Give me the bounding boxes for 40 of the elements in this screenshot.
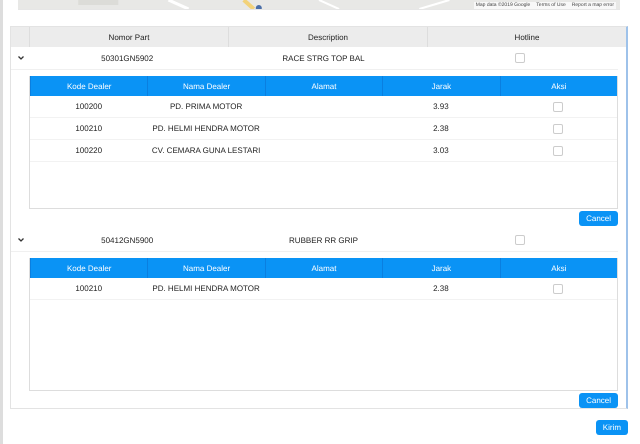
- table-cell-text: 2.38: [432, 284, 450, 293]
- column-header: Hotline: [427, 27, 626, 47]
- chevron-icon[interactable]: [17, 54, 25, 62]
- table-cell-text: 100210: [74, 284, 104, 293]
- column-header: Kode Dealer: [30, 76, 148, 96]
- table-cell-text: 100200: [74, 102, 104, 111]
- table-cell-text: 100220: [74, 146, 104, 155]
- column-header: Description: [228, 27, 427, 47]
- cancel-button[interactable]: Cancel: [579, 393, 618, 408]
- checkbox[interactable]: [553, 102, 564, 112]
- checkbox[interactable]: [553, 146, 564, 156]
- table-cell-text: PD. HELMI HENDRA MOTOR: [151, 284, 261, 293]
- table-cell-text: RACE STRG TOP BAL: [281, 54, 366, 62]
- chevron-icon[interactable]: [17, 236, 25, 244]
- table-cell-text: 50301GN5902: [100, 54, 154, 62]
- table-cell-text: RUBBER RR GRIP: [288, 236, 359, 244]
- column-header: Alamat: [264, 76, 382, 96]
- column-header: Jarak: [382, 76, 500, 96]
- column-header: Nama Dealer: [147, 258, 265, 278]
- checkbox[interactable]: [553, 124, 564, 134]
- checkbox[interactable]: [514, 235, 525, 245]
- column-header: Aksi: [500, 76, 617, 96]
- table-cell-text: 3.93: [432, 102, 450, 111]
- column-header: Alamat: [264, 258, 382, 278]
- column-header: Kode Dealer: [30, 258, 148, 278]
- column-header: Jarak: [382, 258, 500, 278]
- checkbox[interactable]: [514, 53, 525, 63]
- submit-button[interactable]: Kirim: [596, 420, 628, 435]
- table-cell-text: CV. CEMARA GUNA LESTARI: [150, 146, 262, 155]
- table-cell-text: PD. HELMI HENDRA MOTOR: [151, 124, 261, 133]
- table-cell-text: PD. PRIMA MOTOR: [168, 102, 244, 111]
- table-cell-text: 2.38: [432, 124, 450, 133]
- table-cell-text: 100210: [74, 124, 104, 133]
- column-header: Nama Dealer: [147, 76, 265, 96]
- table-cell-text: 3.03: [432, 146, 450, 155]
- table-cell-text: 50412GN5900: [100, 236, 154, 244]
- column-header: Aksi: [500, 258, 617, 278]
- column-header: Nomor Part: [29, 27, 228, 47]
- checkbox[interactable]: [553, 284, 564, 294]
- cancel-button[interactable]: Cancel: [579, 211, 618, 226]
